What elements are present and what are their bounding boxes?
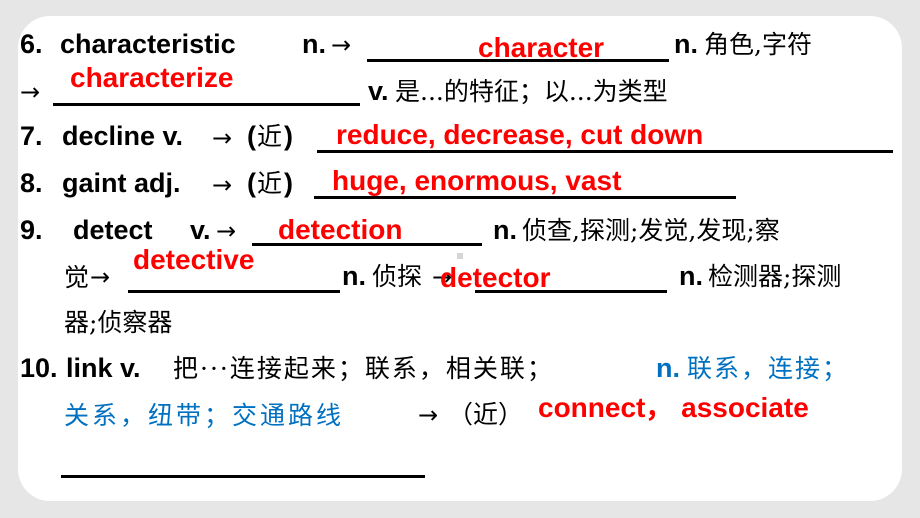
arrow-icon: → bbox=[212, 171, 233, 199]
meaning-text: 觉 bbox=[64, 263, 90, 292]
part-of-speech: n. bbox=[656, 353, 680, 383]
synonym-paren-open: ( bbox=[247, 121, 256, 151]
meaning-text: 器;侦察器 bbox=[64, 308, 173, 337]
answer-text: reduce, decrease, cut down bbox=[336, 119, 704, 150]
item-number: 6. bbox=[20, 29, 43, 59]
artifact-mark bbox=[457, 253, 463, 259]
answer-text: character bbox=[478, 32, 605, 63]
synonym-label: 近 bbox=[257, 122, 283, 151]
item-number: 8. bbox=[20, 168, 43, 198]
part-of-speech: n. bbox=[342, 261, 366, 291]
synonym-paren-close: ) bbox=[284, 121, 293, 151]
answer-blank bbox=[53, 103, 360, 106]
synonym-label: （近） bbox=[448, 400, 524, 429]
meaning-text: 角色,字符 bbox=[704, 30, 812, 59]
vocab-word: gaint adj. bbox=[62, 168, 181, 198]
meaning-text: 是...的特征；以...为类型 bbox=[395, 77, 668, 106]
answer-blank bbox=[317, 150, 893, 153]
part-of-speech: n. bbox=[493, 215, 517, 245]
answer-blank bbox=[61, 475, 425, 478]
noun-meaning-text: 联系，连接； bbox=[687, 354, 850, 383]
arrow-icon: → bbox=[418, 401, 439, 429]
answer-text: detective bbox=[133, 244, 255, 275]
part-of-speech: n. bbox=[302, 29, 326, 59]
answer-text: detection bbox=[278, 214, 403, 245]
arrow-icon: → bbox=[20, 78, 41, 106]
item-number: 10. bbox=[20, 353, 58, 383]
part-of-speech: v. bbox=[368, 76, 389, 106]
meaning-text: 把···连接起来；联系，相关联； bbox=[173, 354, 554, 383]
arrow-icon: → bbox=[212, 124, 233, 152]
arrow-icon: → bbox=[216, 217, 237, 245]
answer-text: characterize bbox=[70, 62, 234, 93]
meaning-text: 侦探 bbox=[372, 262, 423, 291]
vocab-word: decline v. bbox=[62, 121, 184, 151]
answer-text: connect， associate bbox=[538, 392, 809, 423]
item-number: 9. bbox=[20, 215, 43, 245]
synonym-label: 近 bbox=[257, 169, 283, 198]
answer-text: detector bbox=[440, 262, 551, 293]
arrow-icon: → bbox=[90, 263, 111, 291]
vocab-word: detect bbox=[73, 215, 153, 245]
part-of-speech: n. bbox=[674, 29, 698, 59]
part-of-speech: n. bbox=[679, 261, 703, 291]
answer-blank bbox=[128, 290, 340, 293]
meaning-text: 侦查,探测;发觉,发现;察 bbox=[522, 216, 780, 245]
answer-text: huge, enormous, vast bbox=[332, 165, 622, 196]
arrow-icon: → bbox=[331, 31, 352, 59]
vocab-word: link v. bbox=[66, 353, 141, 383]
noun-meaning-text: 关系，纽带；交通路线 bbox=[64, 401, 345, 430]
answer-blank bbox=[314, 196, 736, 199]
vocab-word: characteristic bbox=[60, 29, 236, 59]
meaning-text: 检测器;探测 bbox=[708, 262, 842, 291]
item-number: 7. bbox=[20, 121, 43, 151]
synonym-paren-open: ( bbox=[247, 168, 256, 198]
synonym-paren-close: ) bbox=[284, 168, 293, 198]
part-of-speech: v. bbox=[190, 215, 211, 245]
